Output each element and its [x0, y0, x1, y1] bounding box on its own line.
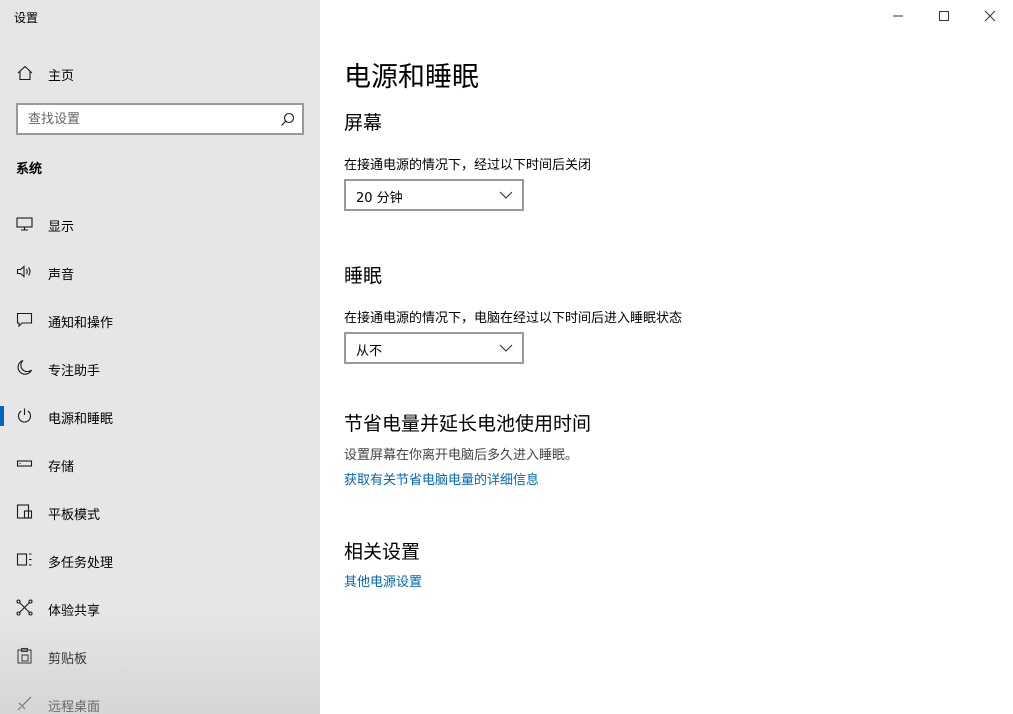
sidebar-item-sound[interactable]: 声音 [0, 248, 320, 296]
sidebar-item-label: 主页 [48, 69, 75, 84]
multitasking-icon [16, 551, 33, 568]
sleep-heading: 睡眠 [344, 265, 383, 287]
display-icon [16, 215, 33, 232]
sidebar-item-label: 电源和睡眠 [48, 412, 114, 427]
search-input[interactable] [18, 105, 268, 133]
sleep-timeout-dropdown[interactable]: 从不 [344, 332, 524, 364]
battery-info-link[interactable]: 获取有关节省电脑电量的详细信息 [344, 469, 539, 488]
sidebar-item-label: 平板模式 [48, 508, 101, 523]
sidebar-item-shared-experiences[interactable]: 体验共享 [0, 584, 320, 632]
screen-timeout-dropdown[interactable]: 20 分钟 [344, 179, 524, 211]
sidebar-item-label: 远程桌面 [48, 700, 101, 714]
app-title: 设置 [14, 11, 39, 25]
sidebar-item-tablet-mode[interactable]: 平板模式 [0, 488, 320, 536]
sidebar-item-label: 显示 [48, 220, 75, 235]
sidebar-item-storage[interactable]: 存储 [0, 440, 320, 488]
sidebar-item-power-sleep[interactable]: 电源和睡眠 [0, 392, 320, 440]
sidebar: 设置 主页 系统 显示 声音 通知和操作 [0, 0, 320, 714]
section-title: 系统 [16, 162, 43, 177]
sidebar-item-label: 剪贴板 [48, 652, 88, 667]
sidebar-item-label: 通知和操作 [48, 316, 114, 331]
sidebar-item-home[interactable]: 主页 [0, 56, 320, 90]
share-icon [16, 599, 33, 616]
power-icon [16, 407, 33, 424]
sidebar-item-notifications[interactable]: 通知和操作 [0, 296, 320, 344]
sidebar-item-label: 存储 [48, 460, 75, 475]
tablet-icon [16, 503, 33, 520]
sidebar-item-label: 体验共享 [48, 604, 101, 619]
page-title: 电源和睡眠 [344, 62, 479, 93]
search-icon[interactable] [280, 112, 295, 127]
clipboard-icon [16, 647, 33, 664]
screen-heading: 屏幕 [344, 112, 383, 134]
chevron-down-icon [499, 343, 513, 353]
main-content: 电源和睡眠 屏幕 在接通电源的情况下，经过以下时间后关闭 20 分钟 睡眠 在接… [320, 0, 1013, 714]
storage-icon [16, 455, 33, 472]
additional-power-settings-link[interactable]: 其他电源设置 [344, 571, 422, 590]
sidebar-item-display[interactable]: 显示 [0, 200, 320, 248]
related-settings-heading: 相关设置 [344, 541, 421, 563]
notification-icon [16, 311, 33, 328]
sidebar-item-focus-assist[interactable]: 专注助手 [0, 344, 320, 392]
sidebar-item-remote-desktop[interactable]: 远程桌面 [0, 680, 320, 714]
chevron-down-icon [499, 190, 513, 200]
sidebar-item-clipboard[interactable]: 剪贴板 [0, 632, 320, 680]
battery-heading: 节省电量并延长电池使用时间 [344, 413, 592, 435]
sleep-description: 在接通电源的情况下，电脑在经过以下时间后进入睡眠状态 [344, 311, 683, 326]
moon-icon [16, 359, 33, 376]
sidebar-item-label: 声音 [48, 268, 75, 283]
remote-desktop-icon [16, 695, 33, 712]
screen-timeout-value: 20 分钟 [356, 191, 403, 206]
battery-description: 设置屏幕在你离开电脑后多久进入睡眠。 [344, 448, 579, 463]
sidebar-item-label: 专注助手 [48, 364, 101, 379]
search-box[interactable] [16, 103, 304, 135]
sidebar-item-label: 多任务处理 [48, 556, 114, 571]
home-icon [16, 64, 34, 82]
sleep-timeout-value: 从不 [356, 344, 383, 359]
speaker-icon [16, 263, 33, 280]
screen-description: 在接通电源的情况下，经过以下时间后关闭 [344, 158, 592, 173]
sidebar-item-multitasking[interactable]: 多任务处理 [0, 536, 320, 584]
sidebar-nav: 显示 声音 通知和操作 专注助手 电源和睡眠 存储 平板模式 多任务处理 体验共… [0, 200, 320, 714]
